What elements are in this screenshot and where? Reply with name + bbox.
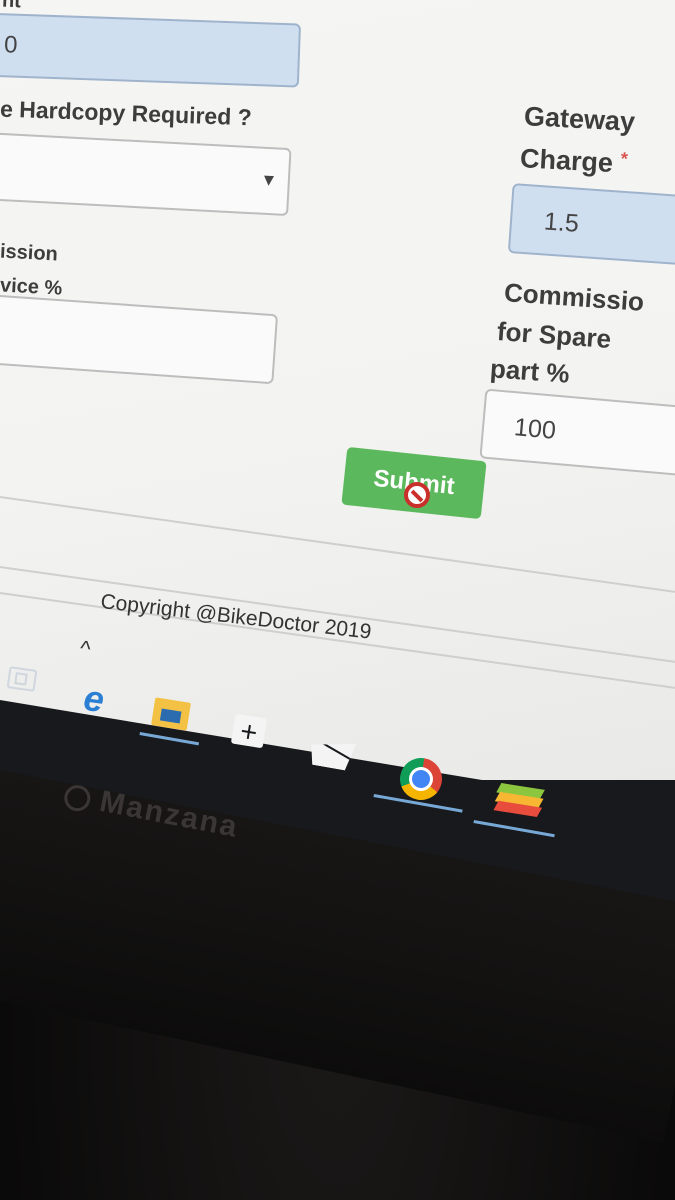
store-icon[interactable] [230, 713, 268, 749]
commission-spare-label-line2: for Spare [496, 316, 613, 354]
top-input[interactable]: 0 [0, 12, 302, 88]
form-divider [0, 496, 675, 599]
not-allowed-cursor-icon [404, 482, 430, 508]
commission-spare-input[interactable]: 100 [479, 388, 675, 478]
file-explorer-icon[interactable] [151, 697, 191, 731]
required-marker: * [620, 148, 629, 169]
gateway-charge-value: 1.5 [543, 207, 580, 238]
commission-spare-label-line1: Commissio [503, 277, 646, 317]
hardcopy-label: e Hardcopy Required ? [0, 95, 253, 131]
chevron-down-icon: ▾ [263, 168, 275, 192]
task-view-icon[interactable] [6, 666, 38, 692]
gateway-label-text: Charge [519, 143, 614, 179]
hardcopy-select[interactable]: ▾ [0, 131, 292, 217]
photo-scene: Manzana nt 0 e Hardcopy Required ? ▾ iss… [0, 0, 675, 1200]
gateway-label-line1: Gateway [523, 101, 636, 137]
gateway-charge-input[interactable]: 1.5 [507, 183, 675, 267]
top-input-value: 0 [3, 31, 18, 59]
commission-spare-label-line3: part % [489, 353, 571, 389]
brand-logo-icon [62, 782, 93, 814]
browser-page: nt 0 e Hardcopy Required ? ▾ ission vice… [0, 0, 675, 780]
commission-service-label-line1: ission [0, 240, 59, 266]
commission-spare-value: 100 [512, 413, 557, 445]
gateway-label-line2: Charge * [519, 143, 628, 180]
commission-service-input[interactable] [0, 293, 279, 385]
top-field-label: nt [1, 0, 22, 13]
